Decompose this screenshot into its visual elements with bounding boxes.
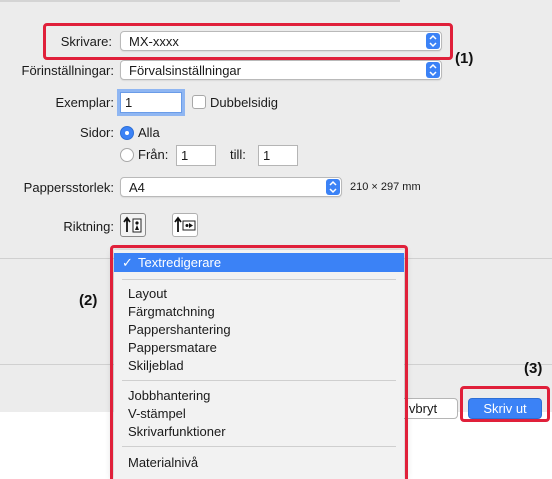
presets-label: Förinställningar: — [21, 63, 115, 78]
callout-box-2 — [110, 245, 408, 479]
callout-label-2: (2) — [79, 292, 98, 309]
paper-size-select[interactable]: A4 — [120, 177, 342, 197]
copies-field[interactable]: 1 — [117, 89, 185, 116]
presets-select[interactable]: Förvalsinställningar — [120, 60, 442, 80]
copies-value: 1 — [125, 95, 133, 110]
pages-to-field[interactable]: 1 — [258, 145, 298, 166]
landscape-button[interactable] — [172, 213, 198, 237]
portrait-button[interactable] — [120, 213, 146, 237]
paper-size-label: Pappersstorlek: — [23, 180, 114, 195]
callout-box-1 — [43, 23, 453, 60]
pages-label: Sidor: — [80, 125, 114, 140]
paper-dimensions: 210 × 297 mm — [350, 181, 421, 193]
pages-from-label: Från: — [138, 147, 169, 162]
pages-from-value: 1 — [181, 148, 189, 163]
callout-label-1: (1) — [455, 50, 474, 67]
duplex-label: Dubbelsidig — [210, 95, 278, 110]
orientation-label: Riktning: — [63, 219, 114, 234]
paper-size-value: A4 — [129, 180, 145, 195]
pages-range-radio[interactable] — [120, 148, 134, 162]
pages-to-label: till: — [230, 147, 246, 162]
chevron-updown-icon — [326, 179, 340, 195]
chevron-updown-icon — [426, 62, 440, 78]
duplex-checkbox[interactable] — [192, 95, 206, 109]
pages-all-label: Alla — [138, 125, 160, 140]
top-divider — [0, 0, 400, 2]
portrait-orientation-icon — [123, 216, 142, 233]
pages-from-field[interactable]: 1 — [176, 145, 216, 166]
presets-value: Förvalsinställningar — [129, 63, 241, 78]
callout-label-3: (3) — [524, 360, 543, 377]
pages-to-value: 1 — [263, 148, 271, 163]
callout-box-3 — [460, 386, 550, 422]
copies-label: Exemplar: — [55, 95, 114, 110]
landscape-orientation-icon — [174, 216, 196, 232]
pages-all-radio[interactable] — [120, 126, 134, 140]
